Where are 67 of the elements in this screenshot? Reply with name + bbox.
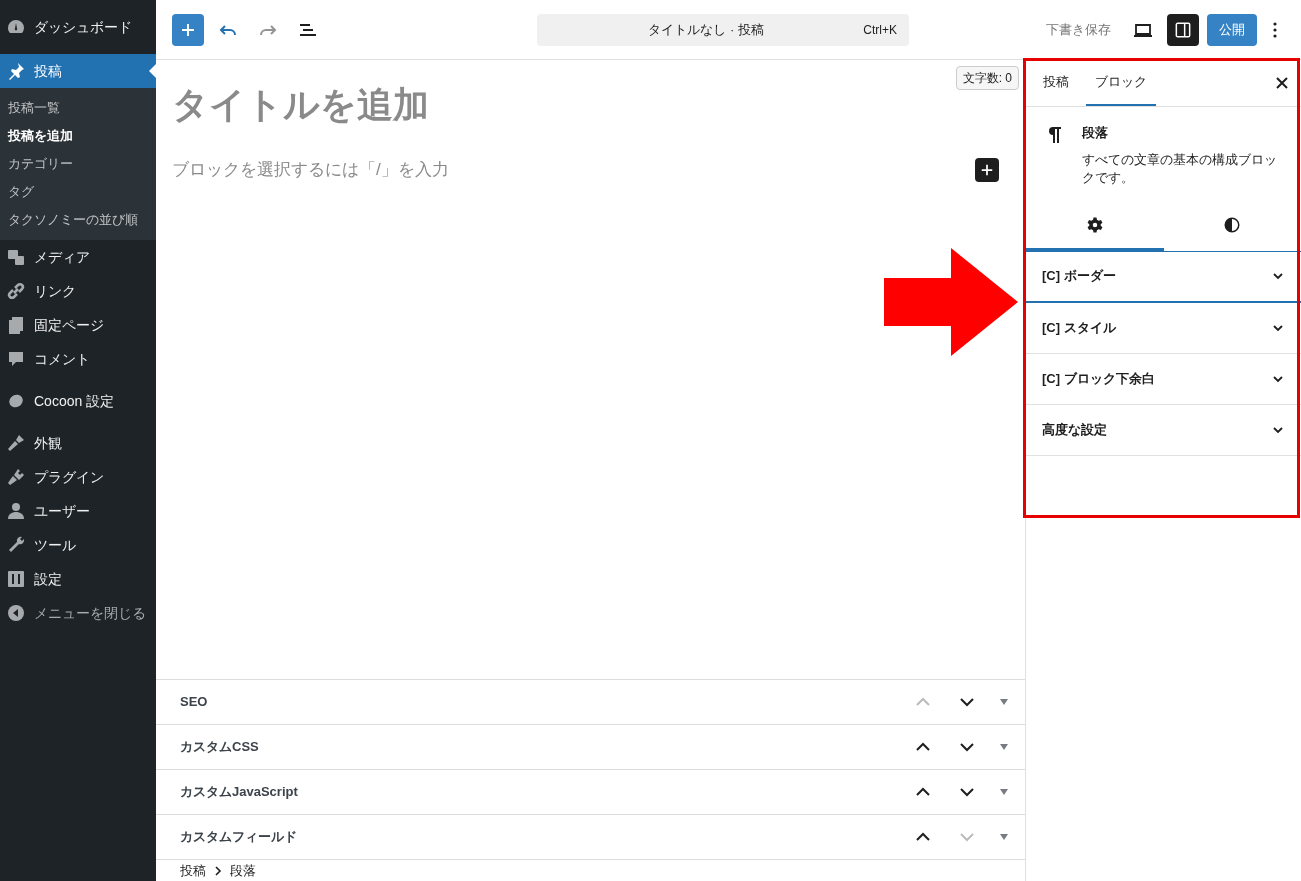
settings-section[interactable]: [C] スタイル xyxy=(1026,302,1301,354)
breadcrumb-link[interactable]: 投稿 xyxy=(180,860,206,881)
sidebar-item[interactable]: プラグイン xyxy=(0,460,156,494)
settings-toggle[interactable] xyxy=(1167,13,1199,46)
meta-box-title: カスタムCSS xyxy=(180,738,260,757)
link-icon xyxy=(6,281,26,301)
settings-section[interactable]: [C] ブロック下余白 xyxy=(1026,353,1301,405)
sidebar-item[interactable]: ユーザー xyxy=(0,494,156,528)
close-icon[interactable] xyxy=(1275,76,1289,90)
sidebar-item[interactable]: 固定ページ xyxy=(0,308,156,342)
section-title: [C] ブロック下余白 xyxy=(1042,369,1156,388)
block-name: 段落 xyxy=(1082,124,1109,142)
settings-section[interactable]: [C] ボーダー xyxy=(1026,251,1301,303)
section-title: 高度な設定 xyxy=(1042,420,1108,439)
sidebar-item[interactable]: リンク xyxy=(0,274,156,308)
meta-box-header[interactable]: SEO xyxy=(156,679,1025,724)
publish-button[interactable]: 公開 xyxy=(1207,13,1257,46)
media-icon xyxy=(6,247,26,267)
toggle-arrow-icon[interactable] xyxy=(999,787,1009,797)
sidebar-item[interactable]: 設定 xyxy=(0,562,156,596)
toggle-arrow-icon[interactable] xyxy=(999,697,1009,707)
collapse-icon xyxy=(6,603,26,623)
document-title: タイトルなし · 投稿 xyxy=(647,20,765,39)
toggle-arrow-icon[interactable] xyxy=(999,832,1009,842)
gear-icon xyxy=(1085,216,1104,234)
command-bar[interactable]: タイトルなし · 投稿 Ctrl+K xyxy=(537,13,909,46)
submenu-item[interactable]: カテゴリー xyxy=(0,150,156,178)
submenu-item[interactable]: タグ xyxy=(0,178,156,206)
collapse-menu-button[interactable]: メニューを閉じる xyxy=(0,596,156,630)
sidebar-item[interactable]: 外観 xyxy=(0,426,156,460)
sidebar-item[interactable]: Cocoon 設定 xyxy=(0,384,156,418)
meta-box-header[interactable]: カスタムJavaScript xyxy=(156,769,1025,814)
brush-icon xyxy=(6,433,26,453)
settings-section[interactable]: 高度な設定 xyxy=(1026,404,1301,456)
section-title: [C] スタイル xyxy=(1042,318,1117,337)
add-block-button[interactable] xyxy=(975,157,999,182)
sidebar-item[interactable]: ダッシュボード xyxy=(0,0,156,54)
block-placeholder[interactable]: ブロックを選択するには「/」を入力 xyxy=(172,157,975,183)
comment-icon xyxy=(6,349,26,369)
chevron-right-icon xyxy=(214,865,222,876)
sidebar-item[interactable]: コメント xyxy=(0,342,156,376)
meta-box-title: SEO xyxy=(180,693,209,712)
meta-box-header[interactable]: カスタムCSS xyxy=(156,724,1025,769)
shortcut-hint: Ctrl+K xyxy=(863,21,897,39)
plug-icon xyxy=(6,467,26,487)
panel-tab[interactable]: ブロック xyxy=(1086,60,1156,106)
current-marker-icon xyxy=(149,64,156,78)
word-count: 文字数: 0 xyxy=(955,66,1019,90)
user-icon xyxy=(6,501,26,521)
block-description: すべての文章の基本の構成ブロックです。 xyxy=(1082,150,1278,187)
sidebar-item[interactable]: ツール xyxy=(0,528,156,562)
meta-box-title: カスタムJavaScript xyxy=(180,783,299,802)
submenu-item[interactable]: 投稿を追加 xyxy=(0,122,156,150)
save-draft-button[interactable]: 下書き保存 xyxy=(1038,19,1119,40)
meta-box-title: カスタムフィールド xyxy=(180,828,298,847)
submenu-item[interactable]: 投稿一覧 xyxy=(0,94,156,122)
pages-icon xyxy=(6,315,26,335)
meta-box-header[interactable]: カスタムフィールド xyxy=(156,814,1025,859)
section-title: [C] ボーダー xyxy=(1042,267,1117,286)
breadcrumb-link[interactable]: 段落 xyxy=(230,860,256,881)
sidebar-item[interactable]: メディア xyxy=(0,240,156,274)
panel-tab[interactable]: 投稿 xyxy=(1034,60,1078,106)
toggle-arrow-icon[interactable] xyxy=(999,742,1009,752)
contrast-icon xyxy=(1223,216,1242,234)
plus-icon xyxy=(980,162,994,177)
submenu-item[interactable]: タクソノミーの並び順 xyxy=(0,206,156,234)
sidebar-item[interactable]: 投稿 xyxy=(0,54,156,88)
